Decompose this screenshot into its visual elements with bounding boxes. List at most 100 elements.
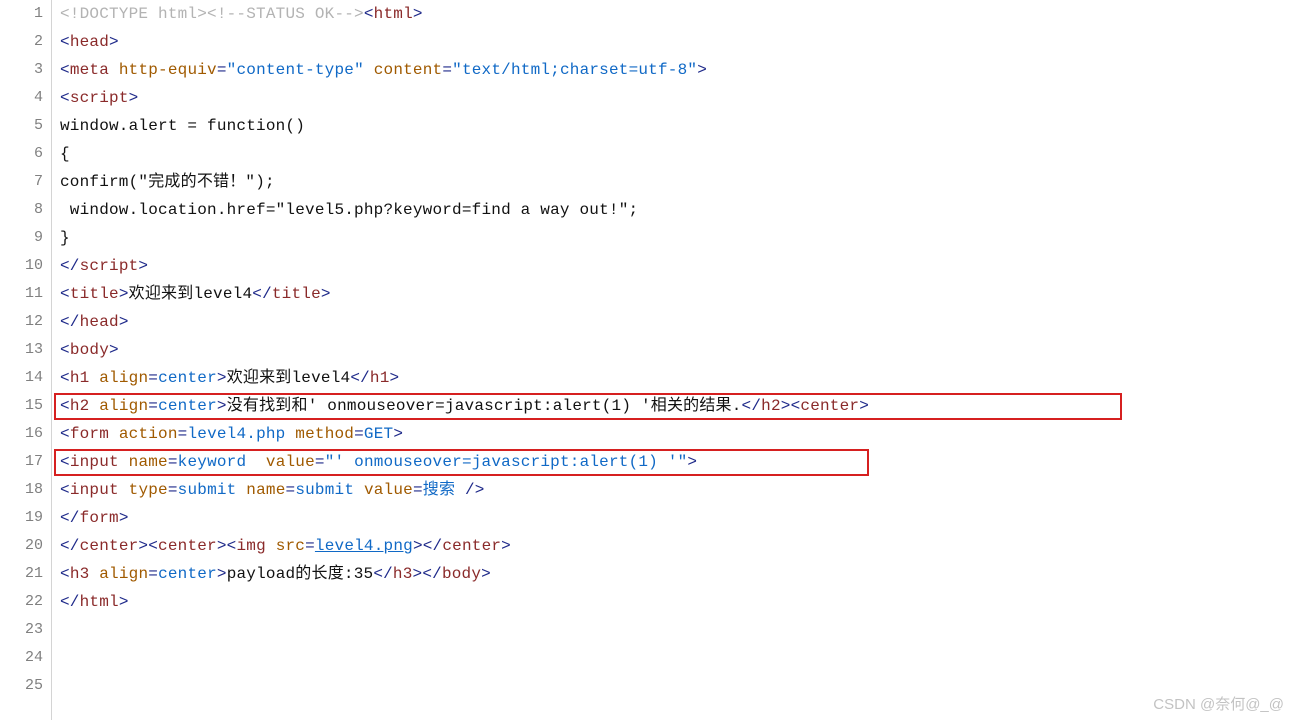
code-token bbox=[266, 537, 276, 555]
line-number: 9 bbox=[0, 224, 43, 252]
code-token: html bbox=[374, 5, 413, 23]
code-line[interactable]: <input type=submit name=submit value=搜索 … bbox=[60, 476, 1294, 504]
code-token: center bbox=[158, 397, 217, 415]
code-token: < bbox=[148, 537, 158, 555]
code-line[interactable]: <title>欢迎来到level4</title> bbox=[60, 280, 1294, 308]
code-token: </ bbox=[252, 285, 272, 303]
code-token: > bbox=[413, 537, 423, 555]
code-token: body bbox=[70, 341, 109, 359]
code-token: 欢迎来到level4 bbox=[227, 369, 351, 387]
code-token bbox=[109, 425, 119, 443]
code-token: > bbox=[217, 565, 227, 583]
code-line[interactable] bbox=[60, 672, 1294, 700]
code-line[interactable]: </html> bbox=[60, 588, 1294, 616]
line-number: 5 bbox=[0, 112, 43, 140]
code-line[interactable]: <input name=keyword value="' onmouseover… bbox=[60, 448, 1294, 476]
code-editor[interactable]: <!DOCTYPE html><!--STATUS OK--><html><he… bbox=[52, 0, 1294, 720]
code-token: center bbox=[800, 397, 859, 415]
code-token: > bbox=[109, 33, 119, 51]
line-number: 19 bbox=[0, 504, 43, 532]
code-token: > bbox=[217, 537, 227, 555]
code-token bbox=[89, 397, 99, 415]
code-token: </ bbox=[60, 257, 80, 275]
code-token: > bbox=[321, 285, 331, 303]
code-token: = bbox=[178, 425, 188, 443]
code-token: h1 bbox=[70, 369, 90, 387]
code-token: keyword bbox=[178, 453, 247, 471]
code-token: > bbox=[859, 397, 869, 415]
code-line[interactable]: <form action=level4.php method=GET> bbox=[60, 420, 1294, 448]
code-token: > bbox=[119, 593, 129, 611]
code-token: < bbox=[60, 33, 70, 51]
code-line[interactable]: <script> bbox=[60, 84, 1294, 112]
code-token: submit bbox=[178, 481, 237, 499]
code-line[interactable]: { bbox=[60, 140, 1294, 168]
line-number: 6 bbox=[0, 140, 43, 168]
code-token: head bbox=[80, 313, 119, 331]
code-token: h1 bbox=[370, 369, 390, 387]
line-number: 1 bbox=[0, 0, 43, 28]
code-line[interactable]: <h1 align=center>欢迎来到level4</h1> bbox=[60, 364, 1294, 392]
line-number: 4 bbox=[0, 84, 43, 112]
code-token: < bbox=[60, 453, 70, 471]
code-token: script bbox=[80, 257, 139, 275]
code-token: head bbox=[70, 33, 109, 51]
code-line[interactable]: <h3 align=center>payload的长度:35</h3></bod… bbox=[60, 560, 1294, 588]
code-line[interactable] bbox=[60, 644, 1294, 672]
code-token: src bbox=[276, 537, 305, 555]
code-token: > bbox=[138, 537, 148, 555]
code-token: > bbox=[217, 397, 227, 415]
code-line[interactable]: <h2 align=center>没有找到和' onmouseover=java… bbox=[60, 392, 1294, 420]
code-line[interactable]: confirm("完成的不错！"); bbox=[60, 168, 1294, 196]
code-token: > bbox=[481, 565, 491, 583]
code-token: payload的长度:35 bbox=[227, 565, 374, 583]
code-token: center bbox=[158, 369, 217, 387]
code-token: = bbox=[148, 397, 158, 415]
code-token bbox=[89, 565, 99, 583]
code-line[interactable]: window.location.href="level5.php?keyword… bbox=[60, 196, 1294, 224]
code-token bbox=[109, 61, 119, 79]
code-token: < bbox=[60, 397, 70, 415]
code-token: html bbox=[80, 593, 119, 611]
code-token: confirm("完成的不错！"); bbox=[60, 173, 275, 191]
code-token: > bbox=[781, 397, 791, 415]
code-line[interactable]: </script> bbox=[60, 252, 1294, 280]
code-token: form bbox=[80, 509, 119, 527]
code-token: = bbox=[442, 61, 452, 79]
code-token: h3 bbox=[393, 565, 413, 583]
code-token: < bbox=[60, 341, 70, 359]
code-line[interactable]: <head> bbox=[60, 28, 1294, 56]
code-token: > bbox=[119, 285, 129, 303]
code-token: align bbox=[99, 565, 148, 583]
code-token: 欢迎来到level4 bbox=[129, 285, 253, 303]
code-token: </ bbox=[742, 397, 762, 415]
code-line[interactable]: <!DOCTYPE html><!--STATUS OK--><html> bbox=[60, 0, 1294, 28]
code-token: </ bbox=[60, 509, 80, 527]
code-token: h3 bbox=[70, 565, 90, 583]
code-token: action bbox=[119, 425, 178, 443]
code-token bbox=[364, 61, 374, 79]
line-number: 25 bbox=[0, 672, 43, 700]
code-token: = bbox=[354, 425, 364, 443]
code-line[interactable]: </center><center><img src=level4.png></c… bbox=[60, 532, 1294, 560]
code-token bbox=[119, 481, 129, 499]
code-line[interactable]: <meta http-equiv="content-type" content=… bbox=[60, 56, 1294, 84]
code-token: > bbox=[119, 509, 129, 527]
code-line[interactable]: window.alert = function() bbox=[60, 112, 1294, 140]
line-number: 11 bbox=[0, 280, 43, 308]
code-line[interactable] bbox=[60, 616, 1294, 644]
code-token: < bbox=[60, 61, 70, 79]
code-line[interactable]: } bbox=[60, 224, 1294, 252]
line-number-gutter: 1234567891011121314151617181920212223242… bbox=[0, 0, 52, 720]
code-token: </ bbox=[350, 369, 370, 387]
code-token: img bbox=[236, 537, 265, 555]
code-token: 没有找到和' onmouseover=javascript:alert(1) '… bbox=[227, 397, 742, 415]
code-line[interactable]: </form> bbox=[60, 504, 1294, 532]
code-token: </ bbox=[60, 593, 80, 611]
code-line[interactable]: </head> bbox=[60, 308, 1294, 336]
code-line[interactable]: <body> bbox=[60, 336, 1294, 364]
code-token: } bbox=[60, 229, 70, 247]
line-number: 15 bbox=[0, 392, 43, 420]
code-token: < bbox=[60, 565, 70, 583]
code-token: = bbox=[315, 453, 325, 471]
